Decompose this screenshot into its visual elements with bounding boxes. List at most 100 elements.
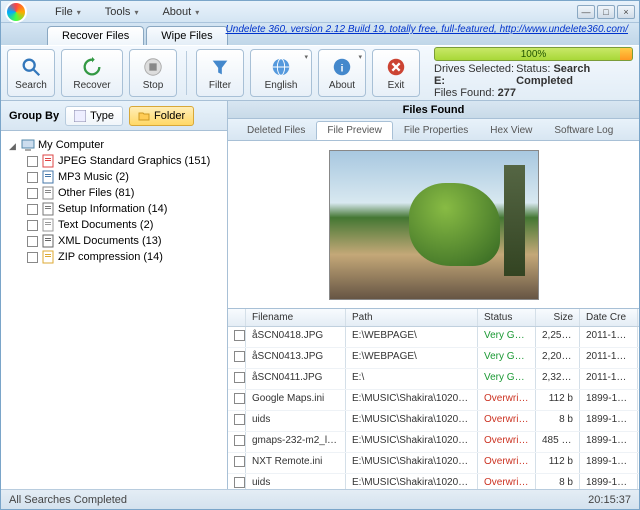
cell-path: E:\MUSIC\Shakira\102033E6\MIDle... — [346, 390, 478, 410]
table-row[interactable]: Google Maps.iniE:\MUSIC\Shakira\102033E6… — [228, 390, 639, 411]
checkbox[interactable] — [234, 477, 245, 488]
promo-link[interactable]: Undelete 360, version 2.12 Build 19, tot… — [226, 24, 628, 35]
checkbox[interactable] — [27, 236, 38, 247]
tab-wipe[interactable]: Wipe Files — [146, 26, 227, 45]
cell-size: 8 b — [536, 474, 580, 489]
tree-item[interactable]: Text Documents (2) — [5, 217, 223, 233]
cell-date: 2011-12-14 — [580, 369, 638, 389]
checkbox[interactable] — [234, 393, 245, 404]
stop-icon — [142, 56, 164, 78]
tree-item[interactable]: JPEG Standard Graphics (151) — [5, 153, 223, 169]
table-row[interactable]: gmaps-232-m2_l1.jarE:\MUSIC\Shakira\1020… — [228, 432, 639, 453]
grid-header: Filename Path Status Size Date Cre — [228, 309, 639, 327]
progress-bar: 100% — [434, 47, 633, 61]
checkbox[interactable] — [234, 435, 245, 446]
cell-date: 1899-12-30 — [580, 390, 638, 410]
checkbox[interactable] — [27, 188, 38, 199]
menu-file[interactable]: File — [55, 6, 81, 18]
tree-item[interactable]: MP3 Music (2) — [5, 169, 223, 185]
checkbox[interactable] — [27, 204, 38, 215]
col-path[interactable]: Path — [346, 309, 478, 326]
cell-size: 2,25 Mb — [536, 327, 580, 347]
language-button[interactable]: ▾ English — [250, 49, 312, 97]
chevron-down-icon: ▾ — [304, 53, 308, 61]
menu-tools[interactable]: Tools — [105, 6, 139, 18]
menubar: File Tools About — [55, 6, 199, 18]
cell-filename: åSCN0413.JPG — [246, 348, 346, 368]
drives-selected: Drives Selected: E: — [434, 63, 516, 87]
subtab-hex[interactable]: Hex View — [479, 121, 543, 140]
checkbox[interactable] — [27, 156, 38, 167]
subtab-properties[interactable]: File Properties — [393, 121, 479, 140]
table-row[interactable]: NXT Remote.iniE:\MUSIC\Shakira\102033E6\… — [228, 453, 639, 474]
col-filename[interactable]: Filename — [246, 309, 346, 326]
cell-path: E:\MUSIC\Shakira\102033E6\MIDle... — [346, 453, 478, 473]
tree-item[interactable]: Setup Information (14) — [5, 201, 223, 217]
maximize-button[interactable]: □ — [597, 5, 615, 19]
tree[interactable]: ◢ My Computer JPEG Standard Graphics (15… — [1, 131, 227, 489]
cell-filename: åSCN0411.JPG — [246, 369, 346, 389]
checkbox[interactable] — [27, 252, 38, 263]
tree-item[interactable]: XML Documents (13) — [5, 233, 223, 249]
col-status[interactable]: Status — [478, 309, 536, 326]
cell-path: E:\WEBPAGE\ — [346, 327, 478, 347]
search-label: Search — [15, 80, 47, 91]
subtab-log[interactable]: Software Log — [543, 121, 624, 140]
text-icon — [41, 218, 55, 232]
filter-button[interactable]: Filter — [196, 49, 244, 97]
table-row[interactable]: åSCN0411.JPGE:\Very Good2,32 Mb2011-12-1… — [228, 369, 639, 390]
groupby-folder-button[interactable]: Folder — [129, 106, 194, 126]
progress-percent: 100% — [435, 48, 632, 61]
recover-button[interactable]: Recover — [61, 49, 123, 97]
col-date[interactable]: Date Cre — [580, 309, 638, 326]
subtab-deleted[interactable]: Deleted Files — [236, 121, 316, 140]
about-button[interactable]: ▾ i About — [318, 49, 366, 97]
svg-text:i: i — [341, 63, 344, 74]
checkbox[interactable] — [234, 372, 245, 383]
subtab-preview[interactable]: File Preview — [316, 121, 392, 140]
cell-size: 2,32 Mb — [536, 369, 580, 389]
app-logo-icon — [5, 1, 27, 23]
exit-button[interactable]: Exit — [372, 49, 420, 97]
minimize-button[interactable]: — — [577, 5, 595, 19]
checkbox[interactable] — [234, 351, 245, 362]
cell-status: Overwritten — [478, 432, 536, 452]
checkbox[interactable] — [234, 414, 245, 425]
checkbox[interactable] — [234, 330, 245, 341]
col-size[interactable]: Size — [536, 309, 580, 326]
toolbar: Search Recover Stop Filter ▾ English ▾ i… — [1, 45, 639, 101]
close-button[interactable]: × — [617, 5, 635, 19]
table-row[interactable]: åSCN0418.JPGE:\WEBPAGE\Very Good2,25 Mb2… — [228, 327, 639, 348]
tree-root[interactable]: ◢ My Computer — [5, 137, 223, 153]
files-found-header: Files Found — [228, 101, 639, 119]
exit-label: Exit — [388, 80, 405, 91]
menu-about[interactable]: About — [162, 6, 199, 18]
table-row[interactable]: uidsE:\MUSIC\Shakira\102033E6\MIDle...Ov… — [228, 411, 639, 432]
subtabs: Deleted Files File Preview File Properti… — [228, 119, 639, 141]
cell-path: E:\ — [346, 369, 478, 389]
tab-recover[interactable]: Recover Files — [47, 26, 144, 45]
groupby-type-button[interactable]: Type — [65, 106, 123, 126]
cell-filename: uids — [246, 411, 346, 431]
groupby-bar: Group By Type Folder — [1, 101, 227, 131]
cell-date: 1899-12-30 — [580, 432, 638, 452]
cell-size: 112 b — [536, 453, 580, 473]
collapse-icon[interactable]: ◢ — [9, 141, 18, 150]
audio-icon — [41, 170, 55, 184]
checkbox[interactable] — [234, 456, 245, 467]
stop-button[interactable]: Stop — [129, 49, 177, 97]
checkbox[interactable] — [27, 172, 38, 183]
separator — [186, 51, 187, 95]
tree-item[interactable]: Other Files (81) — [5, 185, 223, 201]
chevron-down-icon: ▾ — [358, 53, 362, 61]
cell-filename: NXT Remote.ini — [246, 453, 346, 473]
file-grid[interactable]: Filename Path Status Size Date Cre åSCN0… — [228, 309, 639, 489]
checkbox[interactable] — [27, 220, 38, 231]
cell-status: Overwritten — [478, 390, 536, 410]
cell-status: Overwritten — [478, 411, 536, 431]
table-row[interactable]: uidsE:\MUSIC\Shakira\102033E6\MIDle...Ov… — [228, 474, 639, 489]
search-button[interactable]: Search — [7, 49, 55, 97]
col-checkbox[interactable] — [228, 309, 246, 326]
tree-item[interactable]: ZIP compression (14) — [5, 249, 223, 265]
table-row[interactable]: åSCN0413.JPGE:\WEBPAGE\Very Good2,20 Mb2… — [228, 348, 639, 369]
